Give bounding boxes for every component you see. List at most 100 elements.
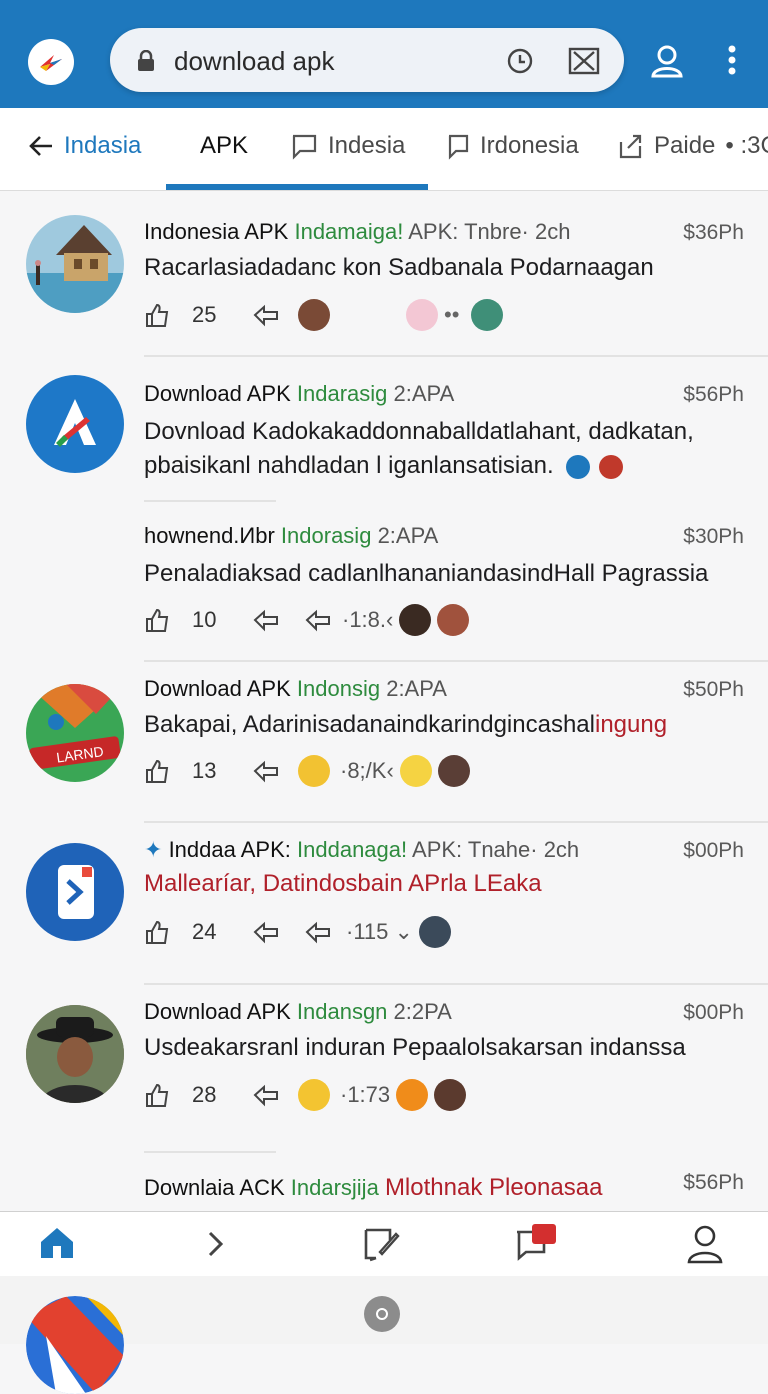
profile-icon[interactable] — [686, 1224, 724, 1264]
close-icon[interactable] — [568, 46, 600, 76]
share-icon[interactable] — [252, 303, 280, 327]
post-actions: 24 ·115 ⌄ — [144, 915, 451, 949]
post-tag[interactable]: Indansgn — [297, 999, 388, 1024]
share-icon[interactable] — [252, 1083, 280, 1107]
thumbs-up-icon[interactable] — [144, 1082, 170, 1108]
tabs-icon[interactable] — [506, 47, 534, 75]
post-tag[interactable]: Indamaiga! — [294, 219, 403, 244]
tab-apk[interactable]: APK — [200, 132, 248, 160]
post-author[interactable]: hownend.Иbr — [144, 523, 275, 548]
back-arrow-icon[interactable] — [28, 135, 54, 157]
reactor-avatar — [418, 916, 451, 948]
post-time: $56Ph — [683, 1171, 744, 1194]
messages-icon[interactable] — [514, 1224, 558, 1262]
share-icon[interactable] — [252, 759, 280, 783]
post-meta: 2:2PA — [393, 999, 452, 1024]
post-author[interactable]: Download APK — [144, 381, 291, 406]
post-divider — [144, 660, 768, 662]
sparkle-icon: ✦ — [144, 837, 163, 862]
tab-label: • :3C — [725, 132, 768, 159]
post-header: Download APK Indonsig 2:APA — [144, 676, 447, 702]
post-time: $56Ph — [683, 383, 744, 406]
more-menu-icon[interactable] — [726, 44, 738, 78]
share-icon[interactable] — [252, 608, 280, 632]
thumbs-up-icon[interactable] — [144, 758, 170, 784]
like-count: 24 — [192, 919, 217, 944]
tab-indasia[interactable]: Indasia — [28, 132, 141, 160]
home-icon[interactable] — [38, 1224, 76, 1262]
account-icon[interactable] — [650, 44, 684, 78]
post-header: ✦ Inddaa APK: Inddanaga! APK: Tnahe· 2ch — [144, 837, 579, 863]
post-header: Download APK Indansgn 2:2PA — [144, 999, 452, 1025]
post-text[interactable]: Mallearíar, Datindosbain APrla LEaka — [144, 867, 542, 901]
post-time: $50Ph — [683, 678, 744, 701]
post-feed[interactable]: Indonesia APK Indamaiga! APK: Tnbre· 2ch… — [0, 191, 768, 1211]
post-text[interactable]: pbaisikanl nahdladan l iganlansatisian. — [144, 449, 623, 483]
compose-icon[interactable] — [362, 1224, 400, 1262]
post-text[interactable]: Mlothnak Pleonasaa — [385, 1174, 602, 1201]
post-author[interactable]: Download APK — [144, 676, 291, 701]
share-icon — [619, 134, 642, 159]
post-meta: 2:APA — [377, 523, 439, 548]
post-tag[interactable]: Indorasig — [281, 523, 372, 548]
repost-icon[interactable] — [304, 608, 332, 632]
avatar[interactable] — [26, 375, 124, 473]
reactor-avatar — [437, 755, 470, 787]
tab-indesia[interactable]: Indesia — [290, 132, 405, 160]
avatar[interactable] — [26, 215, 124, 313]
search-query[interactable]: download apk — [174, 46, 334, 77]
repost-icon[interactable] — [304, 920, 332, 944]
tab-label: Irdonesia — [480, 132, 579, 159]
post-time: $00Ph — [683, 1001, 744, 1024]
reaction-summary: ·1:73 — [340, 1082, 391, 1107]
post-author[interactable]: Downlaia ACK — [144, 1175, 285, 1200]
reaction-summary: ·1:8.‹ — [342, 607, 394, 632]
thread-divider — [144, 500, 276, 502]
post-tag[interactable]: Indonsig — [297, 676, 380, 701]
avatar[interactable] — [26, 1005, 124, 1103]
reactor-avatar — [434, 1079, 467, 1111]
post-tag[interactable]: Indarasig — [297, 381, 388, 406]
thumbs-up-icon[interactable] — [144, 607, 170, 633]
share-icon[interactable] — [252, 920, 280, 944]
emoji-icon — [298, 1079, 330, 1111]
tab-label: APK — [200, 132, 249, 159]
map-app-icon: LARND — [26, 684, 124, 782]
post-author[interactable]: Download APK — [144, 999, 291, 1024]
top-app-bar: download apk — [0, 14, 768, 108]
status-bar — [0, 0, 768, 14]
post-text[interactable]: Usdeakarsranl induran Pepaalolsakarsan i… — [144, 1031, 686, 1065]
home-button[interactable] — [364, 1296, 400, 1332]
post-meta: APK: Tnahe· 2ch — [412, 837, 580, 862]
post-text[interactable]: Dovnload Kadokakaddonnaballdatlahant, da… — [144, 415, 694, 449]
post-meta: APK: Tnbre· 2ch — [408, 219, 571, 244]
avatar[interactable] — [26, 1296, 124, 1394]
avatar[interactable]: LARND — [26, 684, 124, 782]
thumbs-up-icon[interactable] — [144, 919, 170, 945]
reactor-avatar — [298, 755, 330, 787]
post-header: hownend.Иbr Indorasig 2:APA — [144, 523, 438, 549]
avatar[interactable] — [26, 843, 124, 941]
reactor-avatar — [298, 299, 330, 331]
post-time: $00Ph — [683, 839, 744, 862]
active-tab-indicator — [166, 184, 428, 190]
app-icon — [26, 1296, 124, 1394]
emoji-icon — [396, 1079, 429, 1111]
address-bar[interactable]: download apk — [110, 28, 624, 92]
post-meta: 2:APA — [393, 381, 455, 406]
thumbs-up-icon[interactable] — [144, 302, 170, 328]
post-text[interactable]: Racarlasiadadanc kon Sadbanala Podarnaag… — [144, 251, 654, 285]
chevron-right-icon[interactable] — [206, 1230, 226, 1258]
post-tag[interactable]: Inddanaga! — [297, 837, 407, 862]
tab-paide[interactable]: Paide • :3C — [618, 132, 768, 160]
post-tag[interactable]: Indarsjija — [291, 1175, 379, 1200]
reactor-avatar — [399, 604, 432, 636]
post-author[interactable]: Indonesia APK — [144, 219, 288, 244]
thread-divider — [144, 1151, 276, 1153]
tab-irdonesia[interactable]: Irdonesia — [446, 132, 579, 160]
app-logo[interactable] — [28, 39, 74, 85]
post-author[interactable]: Inddaa APK: — [169, 837, 291, 862]
post-text[interactable]: Bakapai, Adarinisadanaindkarindgincashal… — [144, 708, 667, 742]
post-header: Download APK Indarasig 2:APA — [144, 381, 454, 407]
post-text[interactable]: Penaladiaksad cadlanlhananiandasindHall … — [144, 557, 708, 591]
